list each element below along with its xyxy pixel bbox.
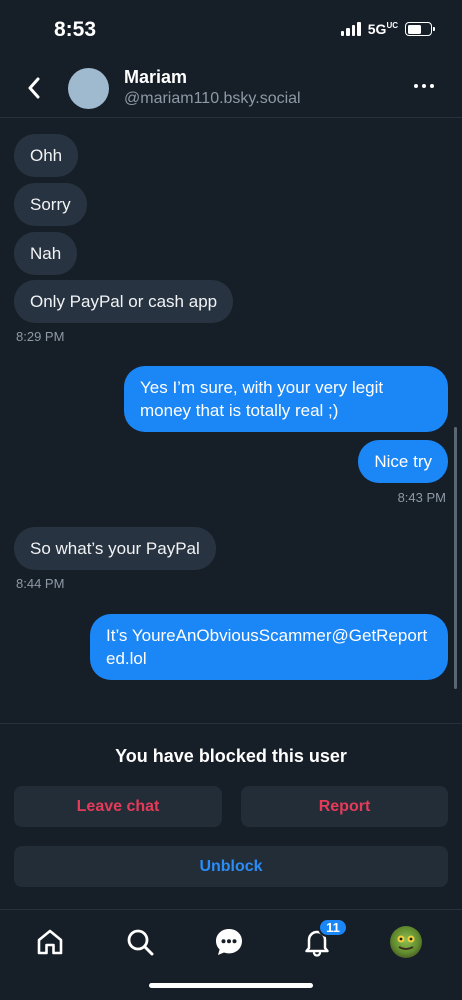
tab-home[interactable] xyxy=(32,924,68,960)
message-incoming[interactable]: So what’s your PayPal xyxy=(14,527,216,570)
back-button[interactable] xyxy=(20,74,48,102)
contact-name: Mariam xyxy=(124,67,188,87)
contact-avatar[interactable] xyxy=(68,68,109,109)
message-timestamp: 8:43 PM xyxy=(397,490,446,505)
tab-search[interactable] xyxy=(122,924,158,960)
scrollbar[interactable] xyxy=(454,427,457,689)
chat-icon xyxy=(216,929,242,955)
notification-badge: 11 xyxy=(318,918,348,937)
avatar xyxy=(390,926,422,958)
leave-chat-button[interactable]: Leave chat xyxy=(14,786,222,827)
tab-chat[interactable] xyxy=(211,924,247,960)
status-bar: 8:53 5GUC xyxy=(0,0,462,56)
search-icon xyxy=(127,929,154,956)
more-icon[interactable] xyxy=(414,84,434,88)
message-incoming[interactable]: Nah xyxy=(14,232,78,275)
chat-screen: 8:53 5GUC Mariam @mariam110.bsky.social … xyxy=(0,0,462,1000)
report-button[interactable]: Report xyxy=(241,786,448,827)
blocked-panel: You have blocked this user Leave chat Re… xyxy=(0,723,462,909)
signal-icon xyxy=(340,22,361,36)
message-incoming[interactable]: Only PayPal or cash app xyxy=(14,280,234,323)
message-outgoing[interactable]: Yes I’m sure, with your very legit money… xyxy=(124,366,448,432)
message-list[interactable]: Ohh Sorry Nah Only PayPal or cash app 8:… xyxy=(0,119,462,723)
contact-info[interactable]: Mariam @mariam110.bsky.social xyxy=(124,66,301,110)
status-indicators: 5GUC xyxy=(340,21,435,37)
status-time: 8:53 xyxy=(54,18,97,41)
message-timestamp: 8:29 PM xyxy=(16,329,65,344)
message-outgoing[interactable]: It’s YoureAnObviousScammer@GetReported.l… xyxy=(90,614,448,680)
chat-header: Mariam @mariam110.bsky.social xyxy=(0,56,462,118)
message-incoming[interactable]: Sorry xyxy=(14,183,87,226)
contact-handle: @mariam110.bsky.social xyxy=(124,90,301,107)
battery-icon xyxy=(405,22,435,36)
network-label: 5GUC xyxy=(367,21,398,37)
tab-profile[interactable] xyxy=(388,924,424,960)
message-incoming[interactable]: Ohh xyxy=(14,134,79,177)
message-timestamp: 8:44 PM xyxy=(16,576,65,591)
home-icon xyxy=(37,929,63,955)
back-icon xyxy=(28,77,40,99)
message-outgoing[interactable]: Nice try xyxy=(358,440,448,483)
blocked-notice: You have blocked this user xyxy=(115,746,347,766)
home-indicator[interactable] xyxy=(149,983,313,988)
unblock-button[interactable]: Unblock xyxy=(14,846,448,887)
